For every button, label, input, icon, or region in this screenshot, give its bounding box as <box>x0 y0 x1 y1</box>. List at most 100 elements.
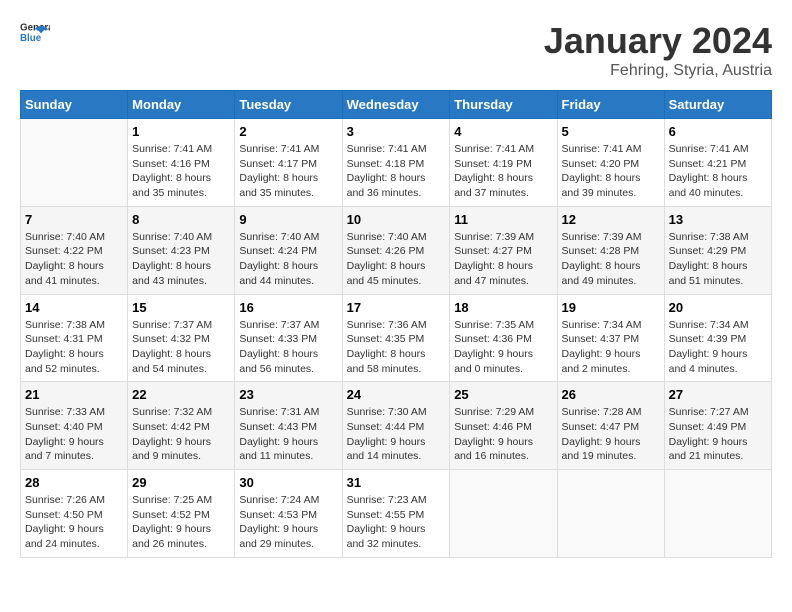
day-number: 25 <box>454 387 552 402</box>
day-info: Sunrise: 7:37 AM Sunset: 4:32 PM Dayligh… <box>132 318 230 377</box>
calendar-cell: 26Sunrise: 7:28 AM Sunset: 4:47 PM Dayli… <box>557 382 664 470</box>
day-info: Sunrise: 7:41 AM Sunset: 4:18 PM Dayligh… <box>347 142 446 201</box>
calendar-cell: 28 Sunrise: 7:26 AM Sunset: 4:50 PM Dayli… <box>21 470 128 558</box>
day-info: Sunrise: 7:26 AM Sunset: 4:50 PM Dayligh… <box>25 493 123 552</box>
day-info: Sunrise: 7:24 AM Sunset: 4:53 PM Dayligh… <box>239 493 337 552</box>
day-number: 10 <box>347 212 446 227</box>
day-info: Sunrise: 7:39 AM Sunset: 4:27 PM Dayligh… <box>454 230 552 289</box>
calendar-cell <box>557 470 664 558</box>
calendar-week-row: 1 Sunrise: 7:41 AM Sunset: 4:16 PM Daylig… <box>21 119 772 207</box>
weekday-header-saturday: Saturday <box>664 91 771 119</box>
day-info: Sunrise: 7:23 AM Sunset: 4:55 PM Dayligh… <box>347 493 446 552</box>
day-info: Sunrise: 7:40 AM Sunset: 4:22 PM Dayligh… <box>25 230 123 289</box>
day-number: 22 <box>132 387 230 402</box>
weekday-header-monday: Monday <box>128 91 235 119</box>
calendar-week-row: 21Sunrise: 7:33 AM Sunset: 4:40 PM Dayli… <box>21 382 772 470</box>
calendar-cell: 22 Sunrise: 7:32 AM Sunset: 4:42 PM Dayli… <box>128 382 235 470</box>
day-info: Sunrise: 7:40 AM Sunset: 4:24 PM Dayligh… <box>239 230 337 289</box>
svg-text:Blue: Blue <box>20 33 42 44</box>
day-info: Sunrise: 7:41 AM Sunset: 4:16 PM Dayligh… <box>132 142 230 201</box>
calendar-cell: 5 Sunrise: 7:41 AM Sunset: 4:20 PM Daylig… <box>557 119 664 207</box>
day-number: 5 <box>562 124 660 139</box>
day-number: 31 <box>347 475 446 490</box>
calendar-cell: 15 Sunrise: 7:37 AM Sunset: 4:32 PM Dayli… <box>128 294 235 382</box>
day-number: 1 <box>132 124 230 139</box>
weekday-header-friday: Friday <box>557 91 664 119</box>
subtitle: Fehring, Styria, Austria <box>544 62 772 80</box>
calendar-cell: 4 Sunrise: 7:41 AM Sunset: 4:19 PM Daylig… <box>450 119 557 207</box>
calendar-cell: 19Sunrise: 7:34 AM Sunset: 4:37 PM Dayli… <box>557 294 664 382</box>
weekday-header-wednesday: Wednesday <box>342 91 450 119</box>
day-info: Sunrise: 7:31 AM Sunset: 4:43 PM Dayligh… <box>239 405 337 464</box>
calendar-week-row: 7 Sunrise: 7:40 AM Sunset: 4:22 PM Daylig… <box>21 206 772 294</box>
logo: General Blue <box>20 20 50 44</box>
day-info: Sunrise: 7:41 AM Sunset: 4:19 PM Dayligh… <box>454 142 552 201</box>
day-number: 20 <box>669 300 767 315</box>
weekday-header-row: SundayMondayTuesdayWednesdayThursdayFrid… <box>21 91 772 119</box>
main-title: January 2024 <box>544 20 772 62</box>
day-info: Sunrise: 7:41 AM Sunset: 4:17 PM Dayligh… <box>239 142 337 201</box>
calendar-cell: 11 Sunrise: 7:39 AM Sunset: 4:27 PM Dayli… <box>450 206 557 294</box>
day-number: 27 <box>669 387 767 402</box>
calendar-week-row: 14 Sunrise: 7:38 AM Sunset: 4:31 PM Dayli… <box>21 294 772 382</box>
calendar-cell: 25 Sunrise: 7:29 AM Sunset: 4:46 PM Dayli… <box>450 382 557 470</box>
calendar-cell: 1 Sunrise: 7:41 AM Sunset: 4:16 PM Daylig… <box>128 119 235 207</box>
calendar-cell: 21Sunrise: 7:33 AM Sunset: 4:40 PM Dayli… <box>21 382 128 470</box>
day-number: 13 <box>669 212 767 227</box>
day-number: 6 <box>669 124 767 139</box>
header: General Blue January 2024 Fehring, Styri… <box>20 20 772 80</box>
calendar-cell: 2 Sunrise: 7:41 AM Sunset: 4:17 PM Daylig… <box>235 119 342 207</box>
logo-icon: General Blue <box>20 20 50 44</box>
day-number: 12 <box>562 212 660 227</box>
calendar-cell: 20 Sunrise: 7:34 AM Sunset: 4:39 PM Dayli… <box>664 294 771 382</box>
calendar-cell: 14 Sunrise: 7:38 AM Sunset: 4:31 PM Dayli… <box>21 294 128 382</box>
calendar-cell: 18 Sunrise: 7:35 AM Sunset: 4:36 PM Dayli… <box>450 294 557 382</box>
day-number: 16 <box>239 300 337 315</box>
day-info: Sunrise: 7:38 AM Sunset: 4:29 PM Dayligh… <box>669 230 767 289</box>
calendar-cell: 31 Sunrise: 7:23 AM Sunset: 4:55 PM Dayli… <box>342 470 450 558</box>
day-number: 15 <box>132 300 230 315</box>
day-info: Sunrise: 7:39 AM Sunset: 4:28 PM Dayligh… <box>562 230 660 289</box>
calendar-cell: 6Sunrise: 7:41 AM Sunset: 4:21 PM Daylig… <box>664 119 771 207</box>
calendar-cell <box>450 470 557 558</box>
day-number: 7 <box>25 212 123 227</box>
weekday-header-thursday: Thursday <box>450 91 557 119</box>
calendar-cell: 16 Sunrise: 7:37 AM Sunset: 4:33 PM Dayli… <box>235 294 342 382</box>
calendar-cell: 8Sunrise: 7:40 AM Sunset: 4:23 PM Daylig… <box>128 206 235 294</box>
calendar-cell <box>21 119 128 207</box>
day-info: Sunrise: 7:33 AM Sunset: 4:40 PM Dayligh… <box>25 405 123 464</box>
day-info: Sunrise: 7:41 AM Sunset: 4:20 PM Dayligh… <box>562 142 660 201</box>
day-info: Sunrise: 7:34 AM Sunset: 4:39 PM Dayligh… <box>669 318 767 377</box>
day-info: Sunrise: 7:38 AM Sunset: 4:31 PM Dayligh… <box>25 318 123 377</box>
day-number: 9 <box>239 212 337 227</box>
calendar-cell: 17 Sunrise: 7:36 AM Sunset: 4:35 PM Dayli… <box>342 294 450 382</box>
day-number: 17 <box>347 300 446 315</box>
day-info: Sunrise: 7:35 AM Sunset: 4:36 PM Dayligh… <box>454 318 552 377</box>
day-info: Sunrise: 7:40 AM Sunset: 4:26 PM Dayligh… <box>347 230 446 289</box>
day-number: 11 <box>454 212 552 227</box>
day-number: 19 <box>562 300 660 315</box>
day-number: 24 <box>347 387 446 402</box>
day-number: 3 <box>347 124 446 139</box>
day-number: 18 <box>454 300 552 315</box>
day-number: 14 <box>25 300 123 315</box>
calendar-cell: 27Sunrise: 7:27 AM Sunset: 4:49 PM Dayli… <box>664 382 771 470</box>
day-info: Sunrise: 7:40 AM Sunset: 4:23 PM Dayligh… <box>132 230 230 289</box>
day-number: 30 <box>239 475 337 490</box>
day-number: 2 <box>239 124 337 139</box>
weekday-header-sunday: Sunday <box>21 91 128 119</box>
calendar-cell: 30 Sunrise: 7:24 AM Sunset: 4:53 PM Dayli… <box>235 470 342 558</box>
calendar-cell: 10 Sunrise: 7:40 AM Sunset: 4:26 PM Dayli… <box>342 206 450 294</box>
calendar-cell: 9 Sunrise: 7:40 AM Sunset: 4:24 PM Daylig… <box>235 206 342 294</box>
weekday-header-tuesday: Tuesday <box>235 91 342 119</box>
day-info: Sunrise: 7:37 AM Sunset: 4:33 PM Dayligh… <box>239 318 337 377</box>
day-number: 23 <box>239 387 337 402</box>
day-info: Sunrise: 7:36 AM Sunset: 4:35 PM Dayligh… <box>347 318 446 377</box>
day-info: Sunrise: 7:25 AM Sunset: 4:52 PM Dayligh… <box>132 493 230 552</box>
calendar-cell: 7 Sunrise: 7:40 AM Sunset: 4:22 PM Daylig… <box>21 206 128 294</box>
day-info: Sunrise: 7:32 AM Sunset: 4:42 PM Dayligh… <box>132 405 230 464</box>
day-number: 28 <box>25 475 123 490</box>
calendar-cell: 12 Sunrise: 7:39 AM Sunset: 4:28 PM Dayli… <box>557 206 664 294</box>
day-info: Sunrise: 7:29 AM Sunset: 4:46 PM Dayligh… <box>454 405 552 464</box>
day-number: 4 <box>454 124 552 139</box>
